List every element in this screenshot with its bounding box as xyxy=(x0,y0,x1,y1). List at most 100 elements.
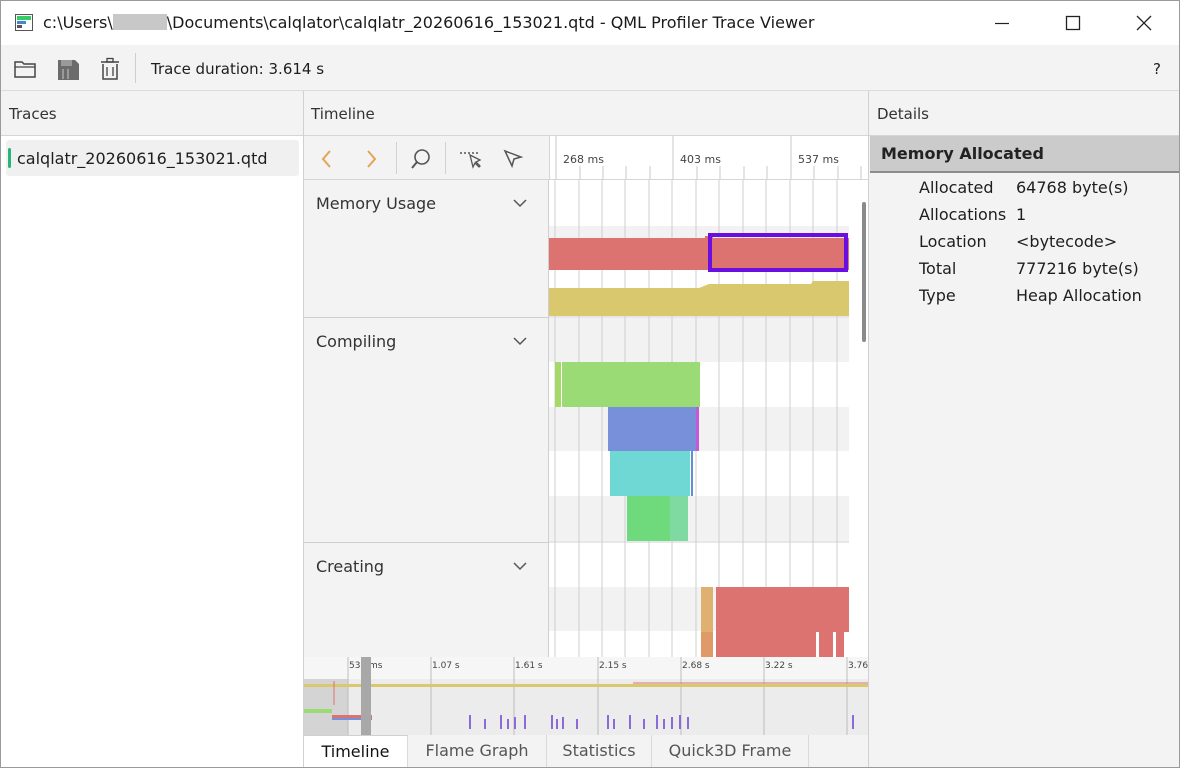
select-button[interactable] xyxy=(500,146,526,172)
toolbar-separator xyxy=(135,53,136,83)
zoom-icon xyxy=(411,149,430,169)
create-event[interactable] xyxy=(716,632,816,657)
time-ruler[interactable]: 268 ms 403 ms 537 ms xyxy=(549,136,868,180)
cursor-icon xyxy=(503,149,524,169)
title-bar[interactable]: c:\Users\ \Documents\calqlator\calqlatr_2… xyxy=(1,1,1179,45)
trace-list-item[interactable]: calqlatr_20260616_153021.qtd xyxy=(6,140,299,176)
tab-quick3d-frame[interactable]: Quick3D Frame xyxy=(652,735,809,767)
category-label: Memory Usage xyxy=(316,194,437,213)
timeline-header: Timeline xyxy=(304,91,868,136)
tab-timeline[interactable]: Timeline xyxy=(304,735,408,767)
minimize-icon xyxy=(995,22,1009,25)
memory-allocation-bar[interactable] xyxy=(549,238,849,270)
trace-duration-label: Trace duration: 3.614 s xyxy=(151,60,325,78)
nav-separator xyxy=(445,142,446,174)
jump-next-button[interactable] xyxy=(358,146,384,172)
close-button[interactable] xyxy=(1109,1,1179,45)
overview-tick-label: 2.15 s xyxy=(599,661,627,671)
tab-flame-graph[interactable]: Flame Graph xyxy=(408,735,547,767)
details-key: Allocated xyxy=(919,178,994,197)
help-button[interactable]: ? xyxy=(1149,60,1165,78)
timeline-nav-bar xyxy=(304,136,549,180)
compile-event[interactable] xyxy=(627,496,670,541)
tab-statistics[interactable]: Statistics xyxy=(547,735,652,767)
details-row: Allocated 64768 byte(s) xyxy=(869,178,1179,205)
timeline-overview[interactable]: 537 ms 1.07 s 1.61 s 2.15 s 2.68 s 3.22 … xyxy=(304,657,868,735)
overview-tick-label: 1.07 s xyxy=(432,661,460,671)
category-label: Creating xyxy=(316,557,385,576)
compile-event[interactable] xyxy=(696,407,699,451)
minimize-button[interactable] xyxy=(967,1,1037,45)
category-label: Compiling xyxy=(316,332,397,351)
details-key: Total xyxy=(919,259,957,278)
details-key: Location xyxy=(919,232,987,251)
details-row: Total 777216 byte(s) xyxy=(869,259,1179,286)
compile-event[interactable] xyxy=(562,362,700,407)
chevron-right-icon xyxy=(367,150,377,168)
details-event-title: Memory Allocated xyxy=(870,136,1179,173)
details-value: <bytecode> xyxy=(1016,232,1118,251)
chevron-left-icon xyxy=(321,150,331,168)
create-event[interactable] xyxy=(836,632,844,657)
details-value: 1 xyxy=(1016,205,1027,224)
zoom-button[interactable] xyxy=(408,146,434,172)
app-icon xyxy=(15,14,33,31)
trash-icon[interactable] xyxy=(97,56,123,82)
details-value: Heap Allocation xyxy=(1016,286,1142,305)
ruler-tick-label: 403 ms xyxy=(680,153,721,166)
details-row: Location <bytecode> xyxy=(869,232,1179,259)
compile-event[interactable] xyxy=(691,451,693,496)
range-select-button[interactable] xyxy=(458,146,484,172)
details-value: 777216 byte(s) xyxy=(1016,259,1139,278)
details-row: Allocations 1 xyxy=(869,205,1179,232)
details-header-label: Details xyxy=(877,105,930,123)
traces-header-label: Traces xyxy=(9,105,57,123)
overview-tick-label: 3.22 s xyxy=(765,661,793,671)
chevron-down-icon[interactable] xyxy=(512,561,528,571)
maximize-icon xyxy=(1065,15,1081,31)
category-memory-usage[interactable]: Memory Usage xyxy=(304,180,549,318)
timeline-header-label: Timeline xyxy=(311,105,375,123)
overview-tick-label: 3.76 xyxy=(848,661,868,671)
create-event[interactable] xyxy=(701,587,713,632)
maximize-button[interactable] xyxy=(1038,1,1108,45)
create-event[interactable] xyxy=(716,587,849,632)
compile-event[interactable] xyxy=(610,451,690,496)
active-trace-marker xyxy=(8,148,11,168)
category-compiling[interactable]: Compiling xyxy=(304,318,549,543)
memory-usage-area[interactable] xyxy=(549,281,849,316)
overview-range-handle[interactable] xyxy=(361,657,371,735)
category-creating[interactable]: Creating xyxy=(304,543,549,657)
ruler-tick-label: 537 ms xyxy=(798,153,839,166)
create-event[interactable] xyxy=(701,632,713,657)
compile-event[interactable] xyxy=(555,362,561,407)
vertical-scrollbar[interactable] xyxy=(862,202,866,342)
nav-separator xyxy=(396,142,397,174)
jump-previous-button[interactable] xyxy=(314,146,340,172)
create-event[interactable] xyxy=(819,632,833,657)
save-trace-icon[interactable] xyxy=(55,56,81,82)
details-panel: Details Memory Allocated Allocated 64768 … xyxy=(868,91,1179,767)
compile-event[interactable] xyxy=(608,407,696,451)
traces-header: Traces xyxy=(1,91,303,136)
chevron-down-icon[interactable] xyxy=(512,198,528,208)
overview-tick-label: 1.61 s xyxy=(515,661,543,671)
folder-open-icon[interactable] xyxy=(13,56,39,82)
view-tabs: Timeline Flame Graph Statistics Quick3D … xyxy=(304,735,868,767)
redacted-username xyxy=(112,14,167,30)
timeline-panel: Timeline Memory Usage Compiling Creating… xyxy=(304,91,868,767)
details-title-label: Memory Allocated xyxy=(881,144,1044,163)
details-row: Type Heap Allocation xyxy=(869,286,1179,313)
overview-tick-label: 2.68 s xyxy=(682,661,710,671)
compile-event[interactable] xyxy=(670,496,688,541)
details-header: Details xyxy=(869,91,1179,136)
traces-panel: Traces calqlatr_20260616_153021.qtd xyxy=(1,91,304,767)
close-icon xyxy=(1136,15,1152,31)
main-window: c:\Users\ \Documents\calqlator\calqlatr_2… xyxy=(0,0,1180,768)
range-select-icon xyxy=(460,152,482,169)
ruler-tick-label: 268 ms xyxy=(563,153,604,166)
timeline-plot[interactable] xyxy=(549,180,868,657)
details-key: Type xyxy=(919,286,956,305)
trace-file-name: calqlatr_20260616_153021.qtd xyxy=(17,149,268,168)
chevron-down-icon[interactable] xyxy=(512,336,528,346)
